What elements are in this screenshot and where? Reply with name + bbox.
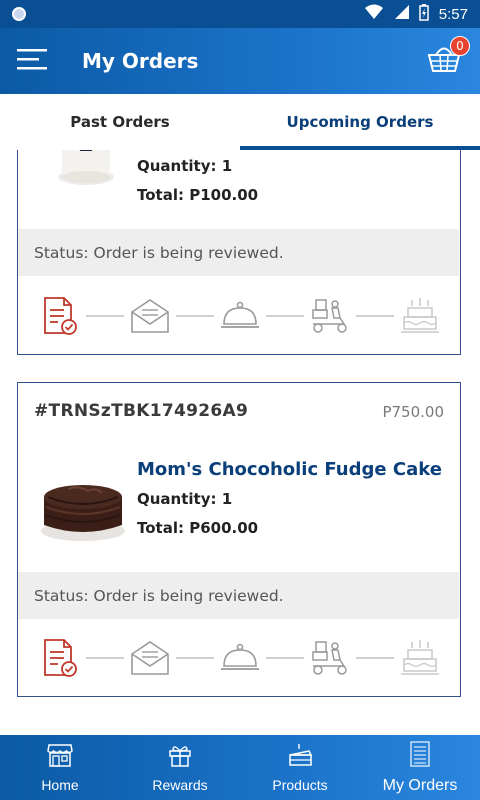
order-quantity: Quantity: 1	[137, 157, 233, 175]
cake-slice-icon	[287, 743, 313, 771]
nav-products-label: Products	[272, 776, 328, 793]
store-icon	[47, 743, 73, 771]
transaction-id: #TRNSzTBK174926A9	[34, 401, 249, 421]
preparing-cloche-icon	[220, 638, 260, 678]
product-name[interactable]: Mom's Chocoholic Fudge Cake	[137, 459, 442, 480]
battery-icon	[419, 3, 429, 25]
order-progress	[40, 291, 440, 341]
order-total: Total: P100.00	[137, 186, 259, 204]
nav-my-orders-label: My Orders	[382, 776, 458, 794]
order-quantity: Quantity: 1	[137, 490, 233, 508]
order-price: P750.00	[382, 403, 444, 421]
nav-home[interactable]: Home	[0, 735, 120, 800]
order-card[interactable]: #TRNSzTBK174926A9 P750.00 Mom's Chocohol…	[17, 382, 461, 697]
progress-connector	[176, 315, 214, 317]
cake-ready-icon	[400, 296, 440, 336]
order-progress	[40, 633, 440, 683]
receipt-icon	[409, 740, 431, 771]
tab-upcoming-orders[interactable]: Upcoming Orders	[240, 94, 480, 150]
order-total: Total: P600.00	[137, 519, 259, 537]
order-reviewed-icon	[40, 638, 80, 678]
clock: 5:57	[438, 5, 468, 23]
page-title: My Orders	[82, 49, 199, 73]
signal-icon	[393, 4, 409, 24]
menu-button[interactable]	[0, 28, 64, 94]
cart-button[interactable]: 0	[426, 36, 470, 80]
confirmation-envelope-icon	[130, 296, 170, 336]
delivery-scooter-icon	[310, 638, 350, 678]
nav-products[interactable]: Products	[240, 735, 360, 800]
notification-dot-icon	[12, 7, 26, 21]
order-reviewed-icon	[40, 296, 80, 336]
order-status: Status: Order is being reviewed.	[18, 229, 459, 276]
gift-icon	[168, 743, 192, 771]
order-tabs: Past Orders Upcoming Orders	[0, 94, 480, 150]
basket-icon	[426, 47, 462, 80]
nav-rewards[interactable]: Rewards	[120, 735, 240, 800]
delivery-scooter-icon	[310, 296, 350, 336]
order-card[interactable]: Quantity: 1 Total: P100.00 Status: Order…	[17, 150, 461, 355]
nav-my-orders[interactable]: My Orders	[360, 735, 480, 800]
preparing-cloche-icon	[220, 296, 260, 336]
confirmation-envelope-icon	[130, 638, 170, 678]
fudge-cake-image	[38, 475, 128, 545]
status-bar: 5:57	[0, 0, 480, 28]
cheesecake-image	[54, 150, 118, 187]
tab-past-orders[interactable]: Past Orders	[0, 94, 240, 150]
progress-connector	[356, 657, 394, 659]
hamburger-icon	[17, 48, 47, 74]
bottom-navigation: Home Rewards Products My Orders	[0, 735, 480, 800]
cart-count-badge: 0	[450, 36, 470, 56]
app-bar: My Orders 0	[0, 28, 480, 94]
wifi-icon	[364, 4, 383, 24]
order-status: Status: Order is being reviewed.	[18, 572, 459, 619]
nav-home-label: Home	[41, 776, 79, 793]
progress-connector	[266, 657, 304, 659]
progress-connector	[86, 315, 124, 317]
orders-list[interactable]: Quantity: 1 Total: P100.00 Status: Order…	[0, 150, 480, 735]
progress-connector	[86, 657, 124, 659]
progress-connector	[176, 657, 214, 659]
cake-ready-icon	[400, 638, 440, 678]
progress-connector	[356, 315, 394, 317]
progress-connector	[266, 315, 304, 317]
nav-rewards-label: Rewards	[152, 776, 208, 793]
